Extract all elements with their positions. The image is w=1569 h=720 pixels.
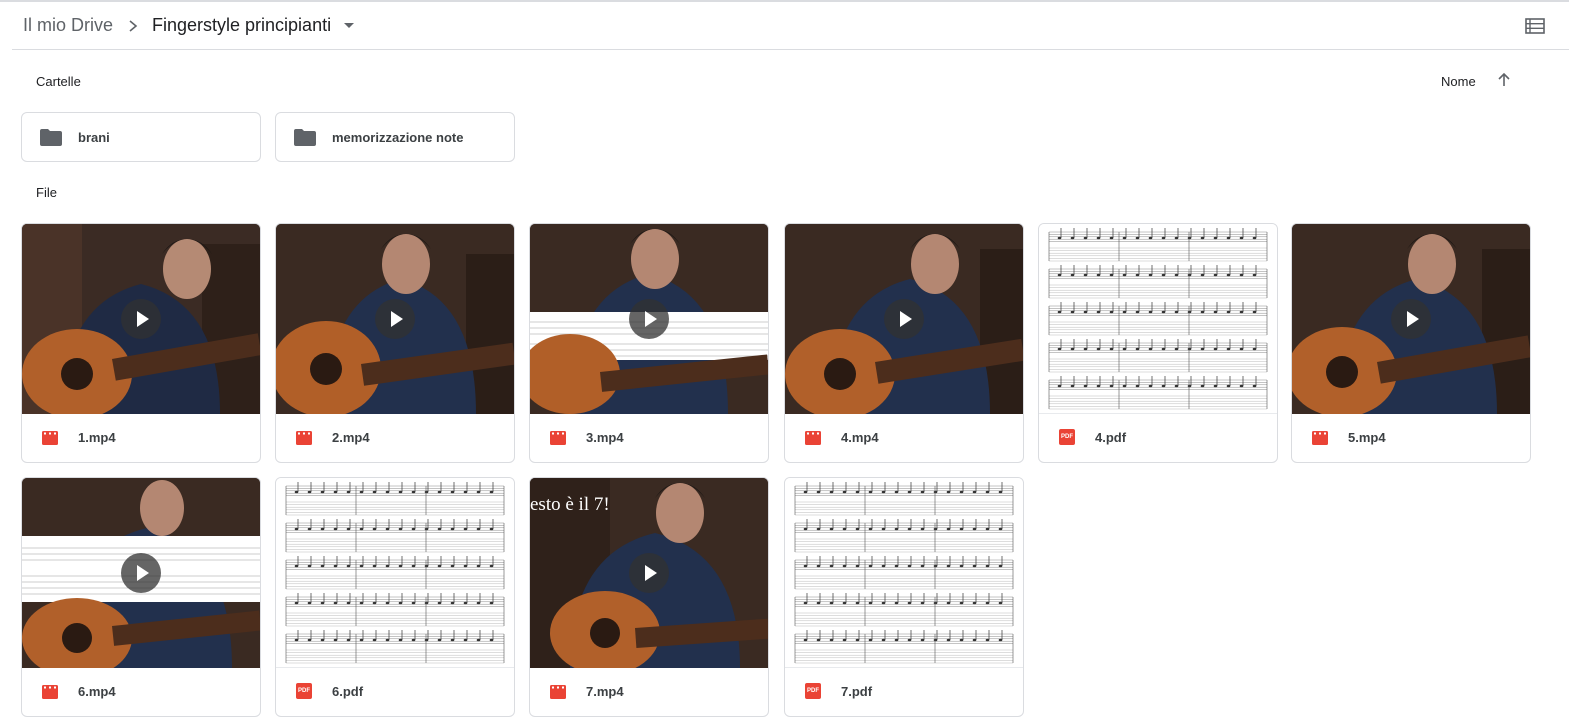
chevron-right-icon [129, 20, 138, 32]
sheet-music-preview [794, 482, 1014, 664]
file-name: 4.mp4 [841, 430, 879, 445]
pdf-file-icon: PDF [805, 683, 821, 699]
breadcrumb-current[interactable]: Fingerstyle principianti [152, 15, 331, 36]
folder-name: memorizzazione note [332, 130, 464, 145]
play-icon[interactable] [1391, 299, 1431, 339]
video-thumbnail [22, 224, 260, 414]
play-icon[interactable] [629, 553, 669, 593]
list-view-icon[interactable] [1524, 16, 1546, 36]
video-thumbnail [276, 224, 514, 414]
file-name: 7.pdf [841, 684, 873, 699]
file-card[interactable]: 4.mp4 [784, 223, 1024, 463]
folder-card[interactable]: memorizzazione note [275, 112, 515, 162]
video-thumbnail: esto è il 7! [530, 478, 768, 668]
video-file-icon [805, 431, 821, 445]
arrow-up-icon[interactable] [1496, 71, 1512, 89]
folder-icon [40, 129, 62, 146]
folder-card[interactable]: brani [21, 112, 261, 162]
pdf-file-icon: PDF [296, 683, 312, 699]
video-file-icon [42, 431, 58, 445]
pdf-file-icon: PDF [1059, 429, 1075, 445]
file-card[interactable]: 3.mp4 [529, 223, 769, 463]
video-overlay-text: esto è il 7! [530, 494, 610, 515]
video-file-icon [550, 431, 566, 445]
file-card[interactable]: 6.mp4 [21, 477, 261, 717]
video-thumbnail [530, 224, 768, 414]
pdf-thumbnail [785, 478, 1023, 668]
file-card[interactable]: 5.mp4 [1291, 223, 1531, 463]
files-section-label: File [36, 185, 57, 200]
file-name: 6.pdf [332, 684, 364, 699]
folders-section-label: Cartelle [36, 74, 81, 89]
file-card[interactable]: PDF 6.pdf [275, 477, 515, 717]
header-bar: Il mio Drive Fingerstyle principianti [12, 2, 1569, 50]
pdf-thumbnail [1039, 224, 1277, 414]
folder-icon [294, 129, 316, 146]
sheet-music-preview [285, 482, 505, 664]
sheet-music-preview [1048, 228, 1268, 410]
file-card[interactable]: PDF 4.pdf [1038, 223, 1278, 463]
play-icon[interactable] [629, 299, 669, 339]
caret-down-icon[interactable] [344, 23, 354, 28]
video-thumbnail [1292, 224, 1530, 414]
play-icon[interactable] [121, 299, 161, 339]
play-icon[interactable] [375, 299, 415, 339]
video-file-icon [550, 685, 566, 699]
file-name: 4.pdf [1095, 430, 1127, 445]
video-file-icon [42, 685, 58, 699]
breadcrumb-root[interactable]: Il mio Drive [23, 15, 113, 36]
play-icon[interactable] [121, 553, 161, 593]
file-card[interactable]: 1.mp4 [21, 223, 261, 463]
sort-label[interactable]: Nome [1441, 74, 1476, 89]
file-name: 6.mp4 [78, 684, 116, 699]
file-name: 3.mp4 [586, 430, 624, 445]
file-name: 7.mp4 [586, 684, 624, 699]
file-card[interactable]: PDF 7.pdf [784, 477, 1024, 717]
file-name: 2.mp4 [332, 430, 370, 445]
video-thumbnail [22, 478, 260, 668]
video-file-icon [296, 431, 312, 445]
file-name: 1.mp4 [78, 430, 116, 445]
video-file-icon [1312, 431, 1328, 445]
pdf-thumbnail [276, 478, 514, 668]
play-icon[interactable] [884, 299, 924, 339]
video-thumbnail [785, 224, 1023, 414]
file-card[interactable]: esto è il 7! 7.mp4 [529, 477, 769, 717]
file-card[interactable]: 2.mp4 [275, 223, 515, 463]
folder-name: brani [78, 130, 110, 145]
file-name: 5.mp4 [1348, 430, 1386, 445]
